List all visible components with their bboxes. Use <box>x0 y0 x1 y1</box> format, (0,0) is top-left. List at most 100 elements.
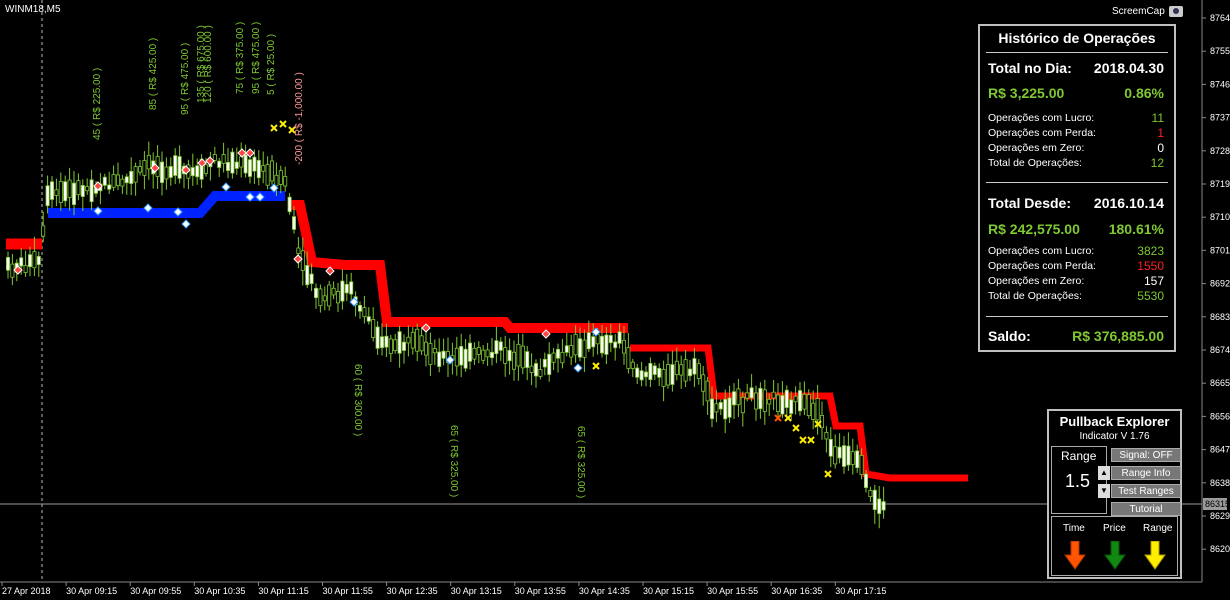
range-arrow-label: Range <box>1143 523 1173 534</box>
candle-body <box>498 341 503 351</box>
candle-body <box>503 347 508 364</box>
time-arrow-icon <box>1064 541 1086 570</box>
candle-body <box>300 250 305 271</box>
screencap-button[interactable]: ScreemCap <box>1112 6 1183 17</box>
candle-body <box>80 185 85 197</box>
exit-marker-icon <box>270 124 278 132</box>
candle-body <box>296 247 301 254</box>
candle-body <box>397 331 402 354</box>
candle-body <box>529 365 534 373</box>
chart-symbol: WINM18,M5 <box>5 4 61 15</box>
candle-body <box>776 394 781 412</box>
candle-body <box>622 339 627 354</box>
candle-body <box>375 326 380 349</box>
candle-body <box>274 174 279 187</box>
candle-body <box>327 284 332 307</box>
candle-body <box>604 334 609 355</box>
stat-value: 3823 <box>1137 244 1164 258</box>
exit-marker-icon <box>784 414 792 422</box>
candle-body <box>701 374 706 392</box>
candle-body <box>234 161 239 169</box>
candle-body <box>683 359 688 382</box>
day-percent: 0.86% <box>1124 85 1164 101</box>
candle-body <box>278 170 283 185</box>
candle-body <box>674 360 679 376</box>
candle-body <box>798 390 803 412</box>
candle-body <box>569 345 574 358</box>
price-label: 87465 <box>1210 79 1230 89</box>
candle-body <box>441 350 446 359</box>
time-label: 30 Apr 16:35 <box>771 586 822 596</box>
test-ranges-button[interactable]: Test Ranges <box>1111 484 1181 498</box>
price-label: 87195 <box>1210 179 1230 189</box>
since-date: 2016.10.14 <box>1093 195 1164 211</box>
range-info-button[interactable]: Range Info <box>1111 466 1181 480</box>
candle-body <box>586 332 591 350</box>
candle-body <box>423 341 428 356</box>
candle-body <box>168 166 173 178</box>
exit-marker-icon <box>799 436 807 444</box>
price-label: 86295 <box>1210 511 1230 521</box>
pullback-panel: Pullback Explorer Indicator V 1.76 Range… <box>1047 409 1182 579</box>
candle-body <box>806 394 811 417</box>
since-percent: 180.61% <box>1108 221 1164 237</box>
candle-body <box>173 155 178 176</box>
candle-body <box>745 392 750 399</box>
stat-label: Operações com Lucro: <box>988 245 1095 257</box>
range-down-button[interactable]: ▼ <box>1098 484 1110 498</box>
candle-body <box>811 402 816 420</box>
candle-body <box>573 333 578 356</box>
stat-label: Operações com Perda: <box>988 260 1096 272</box>
candle-body <box>696 363 701 379</box>
candle-body <box>489 351 494 359</box>
candle-body <box>212 154 217 161</box>
time-label: 30 Apr 12:35 <box>387 586 438 596</box>
candle-body <box>639 370 644 381</box>
trade-result-label: 120 ( R$ 600.00 ) <box>203 25 214 103</box>
candle-body <box>120 178 125 187</box>
candle-body <box>476 347 481 355</box>
camera-icon <box>1168 6 1183 17</box>
candle-body <box>507 349 512 362</box>
candle-body <box>780 395 785 415</box>
exit-marker-icon <box>824 470 832 478</box>
buy-signal-icon <box>221 182 231 192</box>
candle-body <box>710 398 715 420</box>
candle-body <box>837 446 842 459</box>
trade-result-label: 85 ( R$ 425.00 ) <box>148 38 159 110</box>
price-label: 86475 <box>1210 445 1230 455</box>
candle-body <box>63 181 68 202</box>
candle-body <box>626 347 631 369</box>
balance-label: Saldo: <box>988 328 1031 344</box>
time-label: 30 Apr 09:15 <box>66 586 117 596</box>
since-amount: R$ 242,575.00 <box>988 221 1080 237</box>
stat-value: 157 <box>1143 274 1164 288</box>
candle-body <box>159 161 164 183</box>
time-label: 30 Apr 15:15 <box>643 586 694 596</box>
divider <box>986 182 1168 183</box>
day-date: 2018.04.30 <box>1093 60 1164 76</box>
candle-body <box>679 364 684 376</box>
candle-body <box>688 368 693 377</box>
candle-body <box>824 432 829 440</box>
price-label: 86565 <box>1210 411 1230 421</box>
trade-result-label: 95 ( R$ 475.00 ) <box>251 22 262 94</box>
exit-marker-icon <box>279 120 287 128</box>
price-label: 86205 <box>1210 544 1230 554</box>
candle-body <box>538 369 543 377</box>
candle-body <box>388 338 393 355</box>
candle-body <box>802 393 807 410</box>
stat-value: 5530 <box>1137 289 1164 303</box>
time-label: 27 Apr 2018 <box>2 586 51 596</box>
signal-button[interactable]: Signal: OFF <box>1111 448 1181 462</box>
candle-body <box>872 489 877 511</box>
time-label: 30 Apr 11:15 <box>258 586 308 596</box>
candle-body <box>111 173 116 188</box>
candle-body <box>89 179 94 203</box>
candle-body <box>41 225 46 237</box>
range-up-button[interactable]: ▲ <box>1098 466 1110 480</box>
tutorial-button[interactable]: Tutorial <box>1111 502 1181 516</box>
candle-body <box>349 281 354 295</box>
time-label: 30 Apr 17:15 <box>835 586 886 596</box>
trade-result-label: -200 ( R$ -1,000.00 ) <box>294 72 305 165</box>
